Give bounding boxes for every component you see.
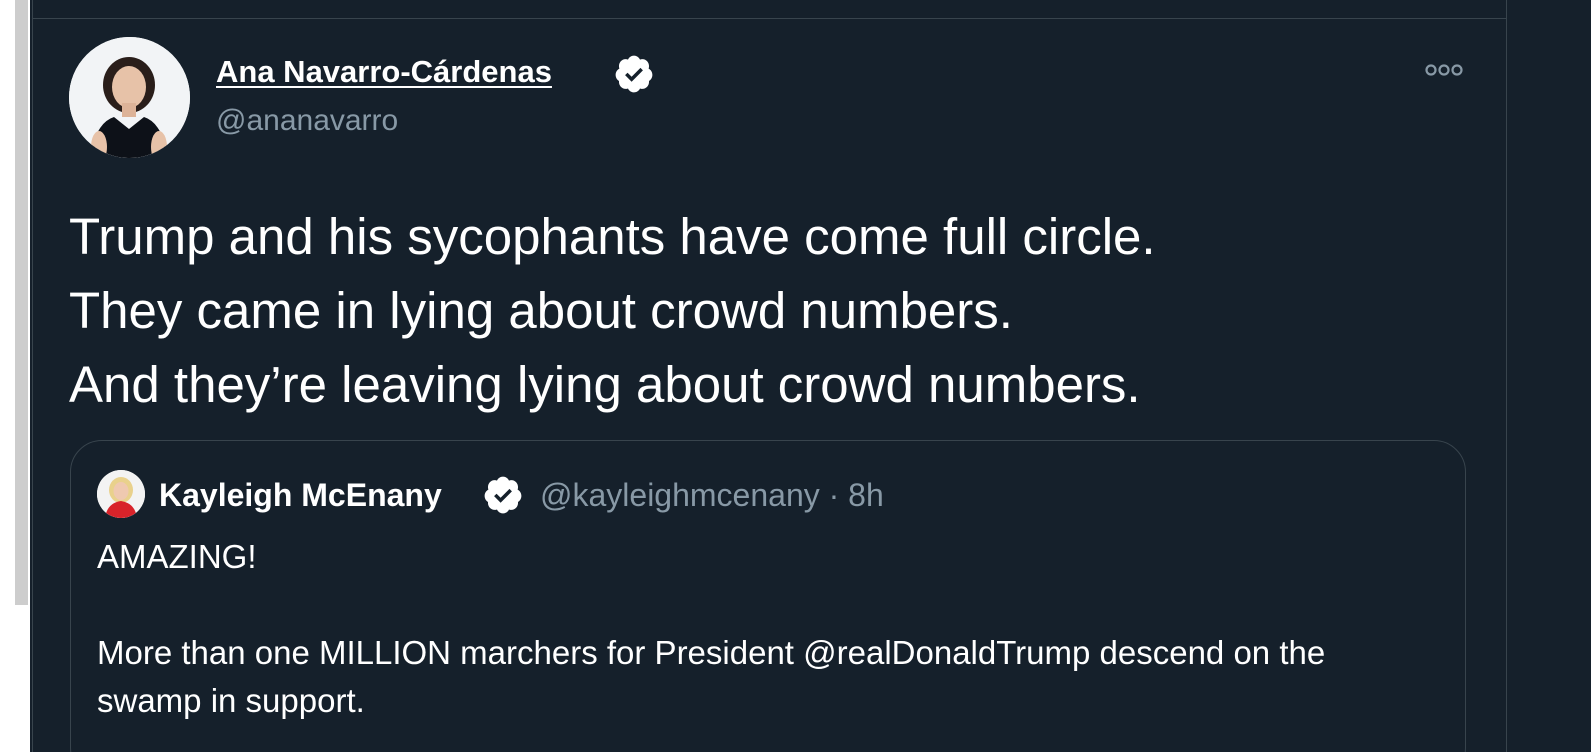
author-avatar[interactable]	[69, 37, 190, 158]
verified-badge-icon	[484, 476, 522, 514]
tweet-top-divider	[33, 18, 1506, 19]
author-handle[interactable]: @ananavarro	[216, 101, 398, 141]
right-sidebar	[1507, 0, 1591, 752]
tweet-text: Trump and his sycophants have come full …	[69, 200, 1489, 422]
author-name-link[interactable]: Ana Navarro-Cárdenas	[216, 52, 552, 92]
quoted-author-avatar[interactable]	[97, 470, 145, 518]
more-options-icon	[1425, 64, 1463, 76]
profile-photo-icon	[69, 37, 190, 158]
scrollbar-thumb[interactable]	[15, 0, 28, 605]
quoted-paragraph: More than one MILLION marchers for Presi…	[97, 634, 1326, 719]
tweet-text-line: Trump and his sycophants have come full …	[69, 208, 1156, 265]
profile-photo-icon	[97, 470, 145, 518]
page: Ana Navarro-Cárdenas @ananavarro Trump a…	[0, 0, 1591, 752]
quoted-tweet-text: AMAZING! More than one MILLION marchers …	[97, 533, 1437, 725]
quoted-paragraph: AMAZING!	[97, 538, 257, 575]
tweet-text-line: They came in lying about crowd numbers.	[69, 282, 1013, 339]
tweet-text-line: And they’re leaving lying about crowd nu…	[69, 356, 1141, 413]
more-options-button[interactable]	[1418, 56, 1470, 86]
column-divider-left	[32, 0, 33, 752]
verified-badge-icon	[615, 55, 653, 93]
quoted-handle-and-time: @kayleighmcenany · 8h	[540, 477, 884, 513]
quoted-author-name: Kayleigh McEnany	[159, 477, 442, 513]
browser-scrollbar[interactable]	[0, 0, 30, 752]
